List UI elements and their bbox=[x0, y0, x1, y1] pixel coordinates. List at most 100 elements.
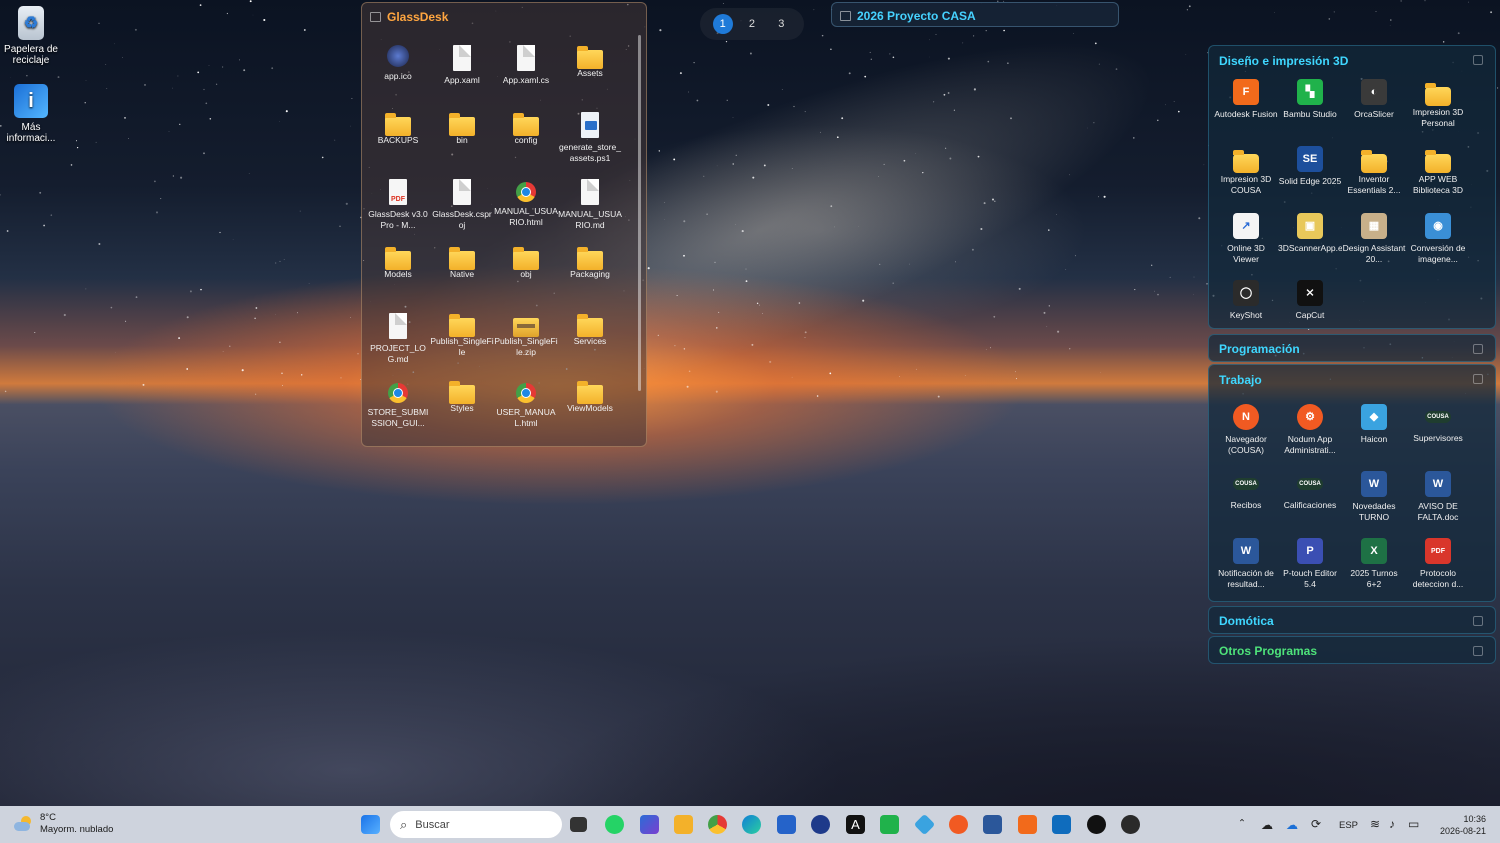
app-shortcut[interactable]: F Autodesk Fusion bbox=[1214, 76, 1278, 143]
fence-otros-programas[interactable]: Otros Programas bbox=[1208, 636, 1496, 664]
fence-header[interactable]: Domótica bbox=[1209, 607, 1495, 635]
outlook-icon[interactable] bbox=[640, 815, 659, 834]
app-shortcut[interactable]: APP WEB Biblioteca 3D bbox=[1406, 143, 1470, 210]
page-button-1[interactable]: 1 bbox=[712, 14, 733, 34]
file-item[interactable]: Publish_SingleFile bbox=[430, 309, 494, 376]
app-shortcut[interactable]: COUSA Supervisores bbox=[1406, 401, 1470, 468]
desktop-icon-info[interactable]: i Más informaci... bbox=[0, 84, 62, 144]
file-item[interactable]: USER_MANUAL.html bbox=[494, 376, 558, 443]
file-item[interactable]: Models bbox=[366, 242, 430, 309]
app-shortcut[interactable]: ▣ 3DScannerApp.exe bbox=[1278, 210, 1342, 277]
fence-trabajo[interactable]: Trabajo N Navegador (COUSA) ⚙ Nodum App Adm… bbox=[1208, 364, 1496, 602]
chevron-up-icon[interactable]: ⌃ bbox=[1238, 818, 1246, 829]
file-item[interactable]: STORE_SUBMISSION_GUI... bbox=[366, 376, 430, 443]
haicon-icon[interactable] bbox=[913, 813, 936, 836]
file-item[interactable]: Native bbox=[430, 242, 494, 309]
clock[interactable]: 10:36 2026-08-21 bbox=[1440, 813, 1486, 837]
page-button-2[interactable]: 2 bbox=[742, 14, 762, 34]
file-explorer-icon[interactable] bbox=[674, 815, 693, 834]
page-button-3[interactable]: 3 bbox=[771, 14, 791, 34]
orcaslicer-icon[interactable] bbox=[1121, 815, 1140, 834]
weather-widget[interactable]: 8°C Mayorm. nublado bbox=[14, 812, 113, 836]
app-shortcut[interactable]: P P-touch Editor 5.4 bbox=[1278, 535, 1342, 602]
fusion-icon[interactable] bbox=[1018, 815, 1037, 834]
app-shortcut[interactable]: ▦ Design Assistant 20... bbox=[1342, 210, 1406, 277]
pin-icon[interactable] bbox=[1473, 616, 1483, 626]
file-item[interactable]: MANUAL_USUARIO.md bbox=[558, 175, 622, 242]
sync-icon[interactable]: ⟳ bbox=[1311, 817, 1321, 831]
fence-domotica[interactable]: Domótica bbox=[1208, 606, 1496, 634]
fence-header[interactable]: Programación bbox=[1209, 335, 1495, 363]
app-shortcut[interactable]: W Notificación de resultad... bbox=[1214, 535, 1278, 602]
app-shortcut[interactable]: COUSA Calificaciones bbox=[1278, 468, 1342, 535]
app-shortcut[interactable]: PDF Protocolo deteccion d... bbox=[1406, 535, 1470, 602]
app-shortcut[interactable]: Impresion 3D COUSA bbox=[1214, 143, 1278, 210]
app-shortcut[interactable]: W AVISO DE FALTA.doc bbox=[1406, 468, 1470, 535]
file-item[interactable]: Packaging bbox=[558, 242, 622, 309]
fence-header[interactable]: Otros Programas bbox=[1209, 637, 1495, 665]
fence-glassdesk[interactable]: GlassDesk app.ico App.xaml App.xaml.cs Asse… bbox=[361, 2, 647, 447]
fence-collapse-icon[interactable] bbox=[840, 10, 851, 21]
app-shortcut[interactable]: ⚙ Nodum App Administrati... bbox=[1278, 401, 1342, 468]
file-item[interactable]: Publish_SingleFile.zip bbox=[494, 309, 558, 376]
fence-collapse-icon[interactable] bbox=[370, 12, 381, 22]
file-item[interactable]: bin bbox=[430, 108, 494, 175]
file-item[interactable]: Services bbox=[558, 309, 622, 376]
file-item[interactable]: ViewModels bbox=[558, 376, 622, 443]
cloud-icon[interactable]: ☁ bbox=[1261, 818, 1273, 832]
store-icon[interactable] bbox=[777, 815, 796, 834]
fence-header[interactable]: Trabajo bbox=[1209, 365, 1495, 395]
app-shortcut[interactable]: ↗ Online 3D Viewer bbox=[1214, 210, 1278, 277]
search-box[interactable]: ⌕ Buscar bbox=[390, 811, 562, 838]
fence-scrollbar[interactable] bbox=[638, 35, 641, 391]
battery-icon[interactable]: ▭ bbox=[1408, 817, 1419, 831]
app-shortcut[interactable]: ▚ Bambu Studio bbox=[1278, 76, 1342, 143]
outlook-classic-icon[interactable] bbox=[1052, 815, 1071, 834]
pin-icon[interactable] bbox=[1473, 344, 1483, 354]
app-shortcut[interactable]: X 2025 Turnos 6+2 bbox=[1342, 535, 1406, 602]
edge-icon[interactable] bbox=[742, 815, 761, 834]
pin-icon[interactable] bbox=[1473, 646, 1483, 656]
language-indicator[interactable]: ESP bbox=[1339, 820, 1358, 831]
fence-header[interactable]: Diseño e impresión 3D bbox=[1209, 46, 1495, 76]
fence-proyecto-casa[interactable]: 2026 Proyecto CASA bbox=[831, 2, 1119, 27]
autodesk-icon[interactable]: A bbox=[846, 815, 865, 834]
fence-programacion[interactable]: Programación bbox=[1208, 334, 1496, 362]
whatsapp-icon[interactable] bbox=[605, 815, 624, 834]
navegador-icon[interactable] bbox=[949, 815, 968, 834]
fence-header[interactable]: GlassDesk bbox=[362, 3, 646, 31]
app-shortcut[interactable]: ◐ OrcaSlicer bbox=[1342, 76, 1406, 143]
pin-icon[interactable] bbox=[1473, 55, 1483, 65]
file-item[interactable]: App.xaml.cs bbox=[494, 41, 558, 108]
file-item[interactable]: Styles bbox=[430, 376, 494, 443]
file-item[interactable]: MANUAL_USUARIO.html bbox=[494, 175, 558, 242]
hexagon-app-icon[interactable] bbox=[811, 815, 830, 834]
file-item[interactable]: config bbox=[494, 108, 558, 175]
file-item[interactable]: generate_store_assets.ps1 bbox=[558, 108, 622, 175]
fence-diseno-3d[interactable]: Diseño e impresión 3D F Autodesk Fusion ▚ B… bbox=[1208, 45, 1496, 329]
volume-icon[interactable]: ♪ bbox=[1389, 817, 1395, 831]
app-shortcut[interactable]: COUSA Recibos bbox=[1214, 468, 1278, 535]
file-item[interactable]: app.ico bbox=[366, 41, 430, 108]
file-item[interactable]: PROJECT_LOG.md bbox=[366, 309, 430, 376]
app-shortcut[interactable]: ◆ Haicon bbox=[1342, 401, 1406, 468]
fence-header[interactable]: 2026 Proyecto CASA bbox=[832, 3, 1118, 28]
start-button[interactable] bbox=[361, 815, 380, 834]
chrome-icon[interactable] bbox=[708, 815, 727, 834]
app-shortcut[interactable]: N Navegador (COUSA) bbox=[1214, 401, 1278, 468]
spotify-icon[interactable] bbox=[1087, 815, 1106, 834]
task-view-icon[interactable] bbox=[570, 817, 587, 832]
app-shortcut[interactable]: Impresion 3D Personal bbox=[1406, 76, 1470, 143]
file-item[interactable]: BACKUPS bbox=[366, 108, 430, 175]
file-item[interactable]: Assets bbox=[558, 41, 622, 108]
pin-icon[interactable] bbox=[1473, 374, 1483, 384]
app-shortcut[interactable]: ◉ Conversión de imagene... bbox=[1406, 210, 1470, 277]
file-item[interactable]: GlassDesk.csproj bbox=[430, 175, 494, 242]
app-shortcut[interactable]: Inventor Essentials 2... bbox=[1342, 143, 1406, 210]
onedrive-icon[interactable]: ☁ bbox=[1286, 818, 1298, 832]
wifi-icon[interactable]: ≋ bbox=[1370, 817, 1380, 831]
desktop-icon-recycle-bin[interactable]: ♻ Papelera de reciclaje bbox=[0, 6, 62, 66]
file-item[interactable]: App.xaml bbox=[430, 41, 494, 108]
file-item[interactable]: PDF GlassDesk v3.0 Pro - M... bbox=[366, 175, 430, 242]
app-shortcut[interactable]: W Novedades TURNO bbox=[1342, 468, 1406, 535]
